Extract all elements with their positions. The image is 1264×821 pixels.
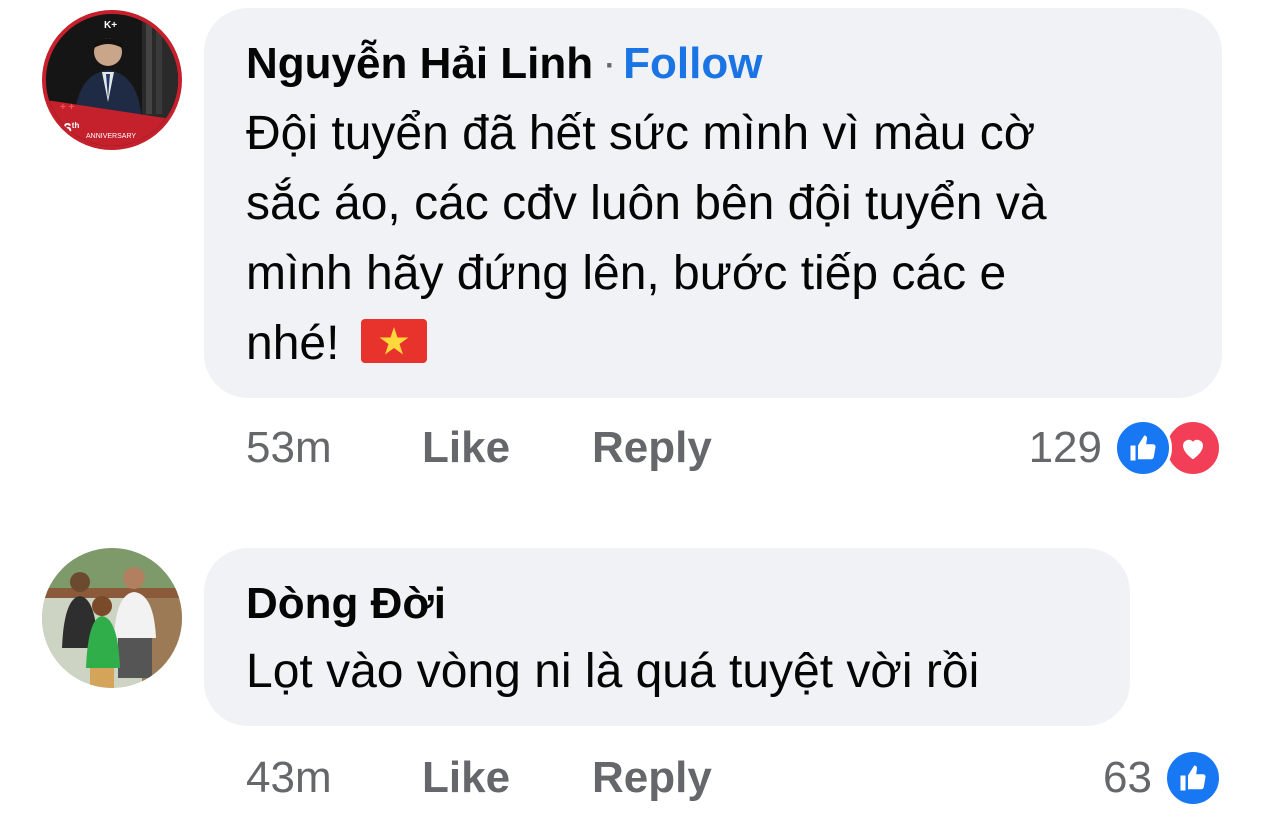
- separator-dot: ·: [605, 49, 616, 83]
- reply-button[interactable]: Reply: [592, 422, 712, 474]
- comment-text-line-2: sắc áo, các cđv luôn bên đội tuyển và: [246, 177, 1047, 230]
- comment-text-line-3: mình hãy đứng lên, bước tiếp các e: [246, 247, 1007, 300]
- svg-text:ANNIVERSARY: ANNIVERSARY: [86, 133, 136, 140]
- comment-bubble: Dòng Đời Lọt vào vòng ni là quá tuyệt vờ…: [204, 548, 1130, 726]
- author-line: Nguyễn Hải Linh · Follow: [246, 38, 762, 92]
- author-name[interactable]: Dòng Đời: [246, 579, 446, 628]
- comment-text-line-1: Đội tuyển đã hết sức mình vì màu cờ: [246, 107, 1036, 160]
- like-icon: [1114, 419, 1172, 477]
- like-button[interactable]: Like: [422, 422, 592, 474]
- love-icon: [1164, 419, 1222, 477]
- reaction-summary[interactable]: 129: [1029, 418, 1222, 478]
- vietnam-flag-icon: [360, 316, 427, 384]
- follow-button[interactable]: Follow: [623, 39, 762, 88]
- reaction-count: 63: [1103, 753, 1152, 802]
- like-icon: [1164, 749, 1222, 807]
- comment-text-line-1: Lọt vào vòng ni là quá tuyệt vời rồi: [246, 645, 980, 698]
- comment-actions: 53m Like Reply: [246, 422, 712, 474]
- avatar[interactable]: K+ 16th ANNIVERSARY + +: [42, 10, 182, 150]
- comment-text-line-4-wrap: nhé!: [246, 310, 427, 384]
- author-line: Dòng Đời: [246, 578, 446, 630]
- reaction-summary[interactable]: 63: [1103, 748, 1222, 808]
- reaction-count: 129: [1028, 423, 1102, 472]
- avatar-image: K+ 16th ANNIVERSARY + +: [46, 14, 178, 146]
- comment-actions: 43m Like Reply: [246, 752, 712, 804]
- reply-button[interactable]: Reply: [592, 752, 712, 804]
- comment-bubble: Nguyễn Hải Linh · Follow Đội tuyển đã hết …: [204, 8, 1222, 398]
- timestamp[interactable]: 53m: [246, 422, 422, 474]
- author-name[interactable]: Nguyễn Hải Linh: [246, 39, 593, 88]
- comment-text-line-4: nhé!: [246, 317, 340, 370]
- timestamp[interactable]: 43m: [246, 752, 422, 804]
- svg-text:+ +: + +: [60, 102, 75, 113]
- avatar-image: [42, 548, 182, 688]
- svg-text:K+: K+: [104, 20, 117, 31]
- avatar[interactable]: [42, 548, 182, 688]
- like-button[interactable]: Like: [422, 752, 592, 804]
